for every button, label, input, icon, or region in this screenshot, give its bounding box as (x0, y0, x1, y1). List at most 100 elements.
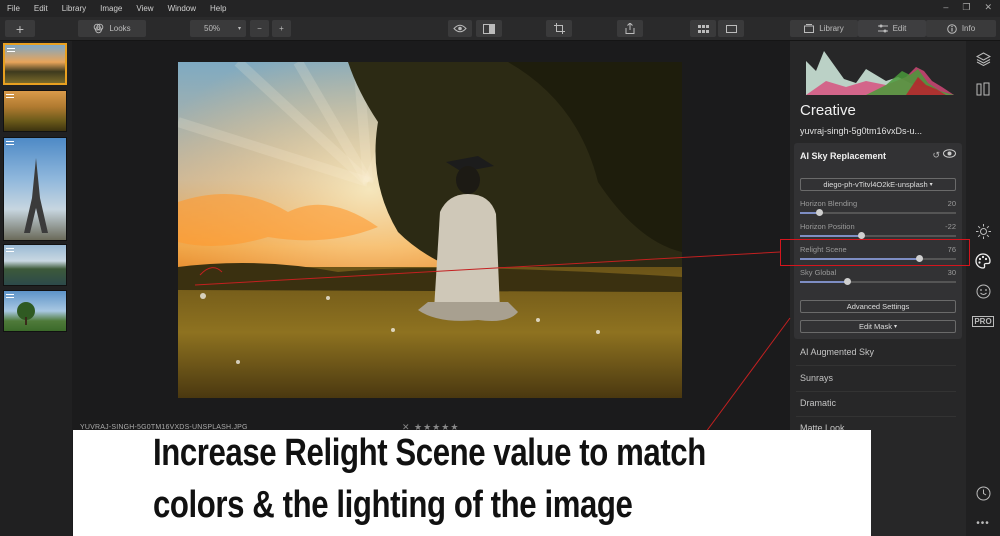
eiffel-tower-shape (24, 158, 48, 233)
instruction-caption: Increase Relight Scene value to match co… (73, 430, 871, 536)
looks-icon (94, 23, 104, 34)
share-icon (625, 23, 635, 34)
pro-label: PRO (972, 315, 994, 327)
sky-selected-value: diego-ph-vTitvl4O2kE-unsplash (823, 180, 928, 189)
menu-edit[interactable]: Edit (27, 4, 55, 13)
thumbnail-graduate[interactable] (3, 43, 67, 85)
filter-sunrays[interactable]: Sunrays (800, 373, 833, 383)
thumbnail-girl-field[interactable] (3, 90, 67, 132)
zoom-in-button[interactable]: + (272, 20, 291, 37)
grid-view-button[interactable] (690, 20, 716, 37)
tab-info-label: Info (961, 24, 976, 33)
filter-dramatic[interactable]: Dramatic (800, 398, 836, 408)
relight-scene-highlight (780, 239, 970, 266)
ai-sky-replacement-title[interactable]: AI Sky Replacement (800, 151, 886, 161)
plus-icon: + (15, 20, 25, 37)
edit-mask-button[interactable]: Edit Mask ▾ (800, 320, 956, 333)
slider-knob[interactable] (843, 278, 851, 285)
toolbar: + Looks 50% ▾ − + Library Edit Info (0, 17, 1000, 41)
divider (796, 391, 956, 392)
single-view-icon (725, 24, 737, 33)
main-photo[interactable] (178, 62, 682, 398)
crop-button[interactable] (546, 20, 572, 37)
menu-view[interactable]: View (129, 4, 160, 13)
more-options-icon[interactable]: ••• (975, 515, 991, 531)
thumbnail-eiffel[interactable] (3, 137, 67, 241)
minus-icon: − (257, 24, 262, 33)
divider (796, 365, 956, 366)
history-clock-icon[interactable] (975, 485, 991, 501)
creative-palette-icon[interactable] (975, 253, 991, 269)
looks-label: Looks (109, 24, 131, 33)
looks-button[interactable]: Looks (78, 20, 146, 37)
menu-image[interactable]: Image (93, 4, 129, 13)
menu-help[interactable]: Help (203, 4, 233, 13)
panel-filename: yuvraj-singh-5g0tm16vxDs-u... (800, 126, 923, 136)
edit-mask-label: Edit Mask (859, 322, 892, 331)
tab-info[interactable]: Info (926, 20, 996, 37)
caption-line-2: colors & the lighting of the image (153, 484, 633, 526)
filter-ai-augmented-sky[interactable]: AI Augmented Sky (800, 347, 874, 357)
preview-button[interactable] (448, 20, 472, 37)
slider-value: -22 (945, 222, 956, 231)
library-icon (804, 24, 815, 33)
chevron-down-icon: ▾ (929, 182, 933, 188)
slider-label: Sky Global (800, 268, 837, 277)
slider-track[interactable] (800, 278, 956, 285)
filmstrip (0, 41, 72, 536)
slider-sky-global[interactable]: Sky Global 30 (800, 268, 956, 290)
slider-horizon-blending[interactable]: Horizon Blending 20 (800, 199, 956, 221)
layers-icon[interactable] (975, 51, 991, 67)
restore-icon[interactable]: ❐ (962, 2, 970, 13)
info-icon (947, 23, 957, 34)
crop-icon (553, 23, 565, 34)
export-button[interactable] (617, 20, 643, 37)
divider (796, 416, 956, 417)
menu-file[interactable]: File (0, 4, 27, 13)
compare-icon (483, 23, 495, 34)
slider-fill (800, 235, 861, 237)
menu-bar: File Edit Library Image View Window Help… (0, 0, 1000, 17)
zoom-out-button[interactable]: − (250, 20, 269, 37)
chevron-down-icon: ▾ (893, 324, 897, 330)
thumbnail-lake[interactable] (3, 244, 67, 286)
photo-render (178, 62, 682, 398)
tab-library[interactable]: Library (790, 20, 858, 37)
canvas-tools-icon[interactable] (975, 81, 991, 97)
panel-title: Creative (800, 102, 856, 119)
sky-select[interactable]: diego-ph-vTitvl4O2kE-unsplash ▾ (800, 178, 956, 191)
tab-edit[interactable]: Edit (858, 20, 926, 37)
close-icon[interactable]: ✕ (984, 2, 992, 13)
compare-button[interactable] (476, 20, 502, 37)
histogram (806, 51, 954, 95)
pro-tools-icon[interactable]: PRO (972, 313, 994, 329)
slider-fill (800, 281, 847, 283)
advanced-settings-button[interactable]: Advanced Settings (800, 300, 956, 313)
slider-knob[interactable] (815, 209, 823, 216)
slider-label: Horizon Position (800, 222, 855, 231)
adjusted-icon (6, 248, 14, 252)
visibility-toggle-icon[interactable] (943, 149, 956, 158)
menu-library[interactable]: Library (55, 4, 93, 13)
slider-value: 30 (947, 268, 956, 277)
adjusted-icon (6, 94, 14, 98)
sliders-icon (877, 24, 888, 33)
slider-knob[interactable] (857, 232, 865, 239)
grid-icon (697, 24, 709, 33)
single-view-button[interactable] (718, 20, 744, 37)
slider-track[interactable] (800, 232, 956, 239)
plus-icon: + (279, 24, 284, 33)
zoom-value: 50% (204, 24, 221, 33)
portrait-face-icon[interactable] (975, 283, 991, 299)
essentials-sun-icon[interactable] (975, 223, 991, 239)
tab-edit-label: Edit (892, 24, 907, 33)
reset-icon[interactable]: ↺ (932, 150, 940, 161)
zoom-select[interactable]: 50% ▾ (190, 20, 246, 37)
tab-library-label: Library (819, 24, 844, 33)
minimize-icon[interactable]: – (943, 2, 948, 13)
add-photos-button[interactable]: + (5, 20, 35, 37)
slider-track[interactable] (800, 209, 956, 216)
adjusted-icon (7, 48, 15, 52)
menu-window[interactable]: Window (161, 4, 203, 13)
thumbnail-tree[interactable] (3, 290, 67, 332)
